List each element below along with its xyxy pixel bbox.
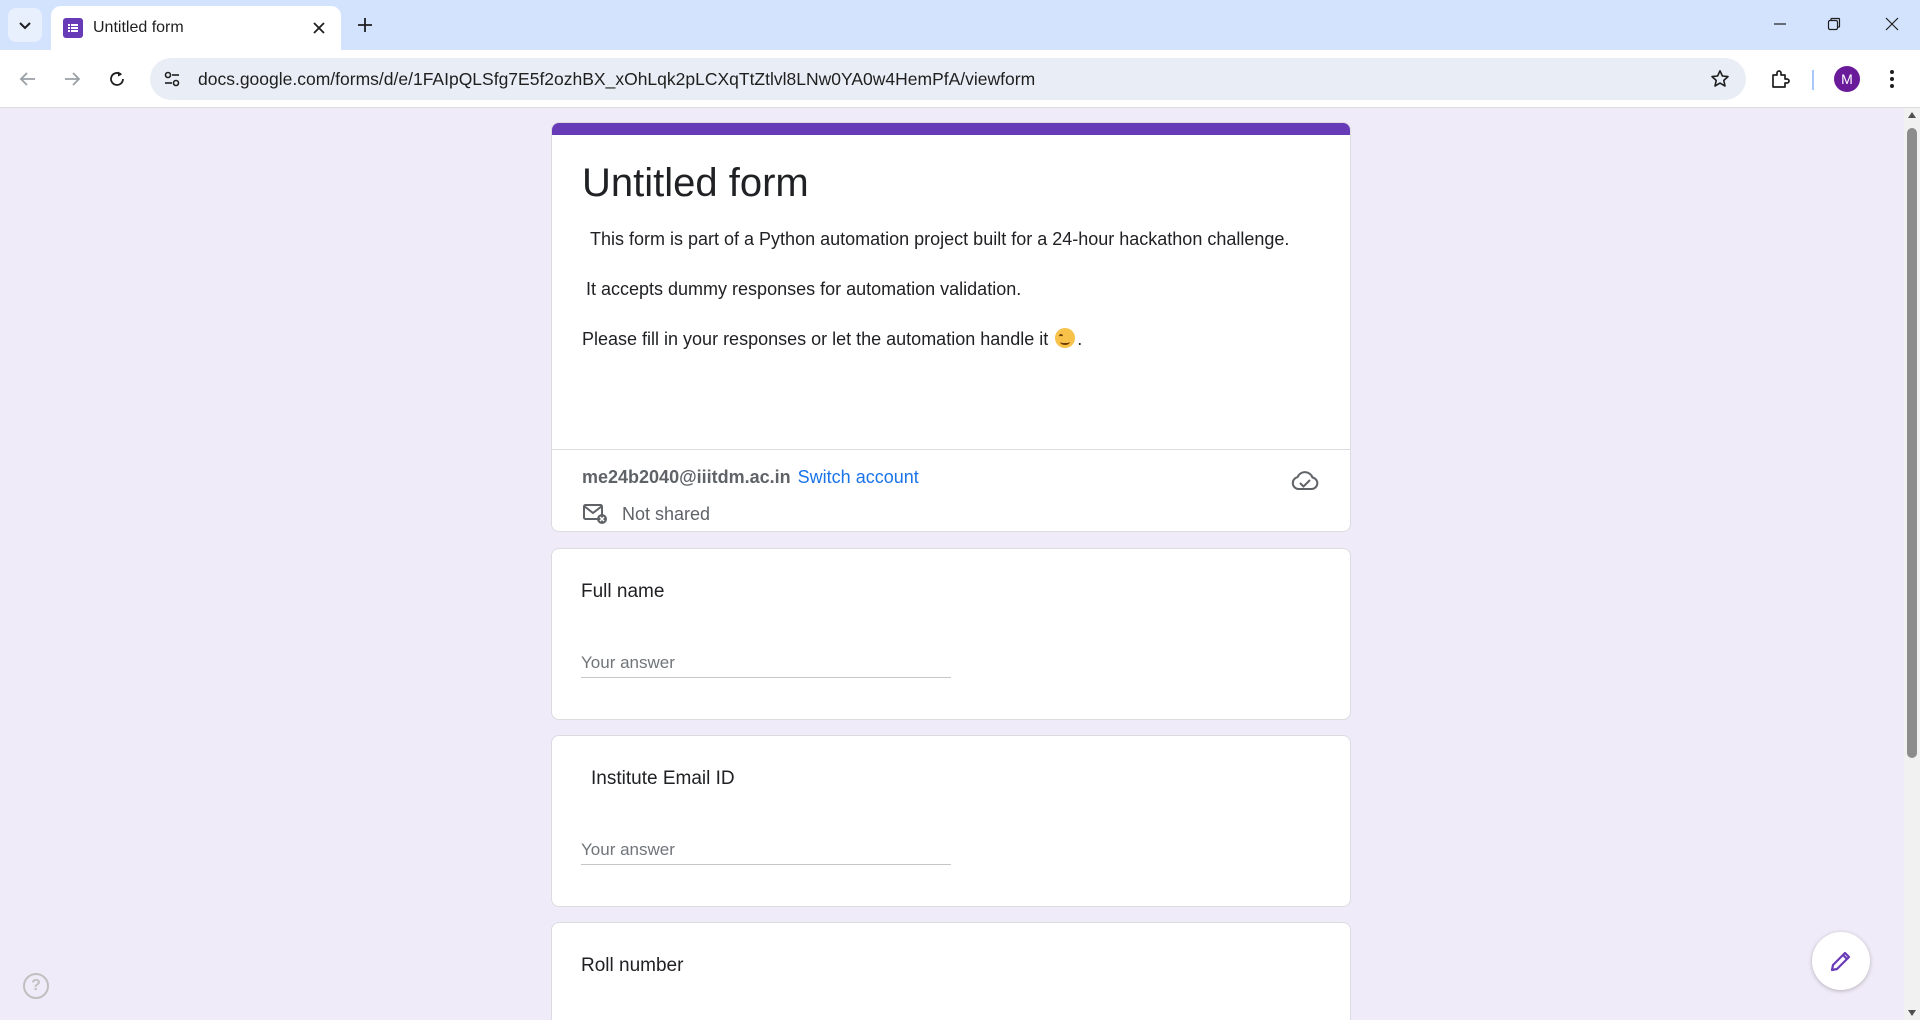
url-text[interactable]: docs.google.com/forms/d/e/1FAIpQLSfg7E5f… xyxy=(198,69,1702,90)
page-scrollbar[interactable] xyxy=(1904,108,1920,1020)
mail-not-shared-icon xyxy=(583,504,607,524)
form-title: Untitled form xyxy=(582,161,809,205)
browser-tab[interactable]: Untitled form xyxy=(51,6,341,50)
tab-close-button[interactable] xyxy=(307,16,331,40)
restore-icon xyxy=(1827,17,1841,31)
form-description-line: Please fill in your responses or let the… xyxy=(582,327,1350,351)
help-icon: ? xyxy=(31,977,41,994)
question-title: Roll number xyxy=(581,955,684,976)
window-close-icon xyxy=(1885,17,1899,31)
plus-icon xyxy=(358,18,372,32)
form-accent-bar xyxy=(552,123,1350,135)
scroll-up-arrow-icon[interactable] xyxy=(1908,112,1916,118)
question-card-institute-email: Institute Email ID xyxy=(551,735,1351,907)
tab-list-icon xyxy=(19,22,31,30)
forward-button[interactable] xyxy=(54,61,90,97)
form-description-period: . xyxy=(1077,329,1083,349)
cloud-icon xyxy=(1291,471,1319,490)
back-arrow-icon xyxy=(19,72,35,86)
tab-title: Untitled form xyxy=(93,19,184,36)
question-card-roll-number: Roll number xyxy=(551,922,1351,1020)
shared-status-text: Not shared xyxy=(622,503,711,524)
extensions-icon xyxy=(1772,70,1790,88)
window-close-button[interactable] xyxy=(1864,0,1920,48)
toolbar-divider xyxy=(1812,70,1814,90)
question-card-full-name: Full name xyxy=(551,548,1351,720)
shared-status-row: Not shared xyxy=(582,501,710,527)
address-bar[interactable]: docs.google.com/forms/d/e/1FAIpQLSfg7E5f… xyxy=(150,58,1746,100)
help-button[interactable]: ? xyxy=(23,973,49,999)
more-menu-icon xyxy=(1890,70,1894,88)
form-description-line: This form is part of a Python automation… xyxy=(590,229,1290,249)
back-button[interactable] xyxy=(10,61,46,97)
star-icon xyxy=(1711,70,1729,87)
browser-toolbar: docs.google.com/forms/d/e/1FAIpQLSfg7E5f… xyxy=(0,50,1920,108)
institute-email-input[interactable] xyxy=(581,835,951,865)
minimize-icon xyxy=(1774,23,1786,25)
tab-list-button[interactable] xyxy=(8,8,42,42)
scroll-thumb[interactable] xyxy=(1907,128,1917,758)
switch-account-link[interactable]: Switch account xyxy=(798,467,919,487)
extensions-button[interactable] xyxy=(1763,61,1799,97)
minimize-button[interactable] xyxy=(1752,0,1808,48)
forward-arrow-icon xyxy=(65,72,81,86)
full-name-input[interactable] xyxy=(581,648,951,678)
form-description-line: It accepts dummy responses for automatio… xyxy=(586,279,1022,299)
close-icon xyxy=(313,22,325,34)
pencil-icon xyxy=(1830,951,1851,972)
form-description-text: Please fill in your responses or let the… xyxy=(582,329,1049,349)
browser-tab-bar: Untitled form xyxy=(0,0,1920,50)
question-title: Institute Email ID xyxy=(591,768,735,789)
account-email: me24b2040@iiitdm.ac.in xyxy=(582,467,791,487)
question-title: Full name xyxy=(581,581,665,602)
reload-button[interactable] xyxy=(99,61,135,97)
new-tab-button[interactable] xyxy=(350,10,380,40)
edit-form-button[interactable] xyxy=(1812,932,1870,990)
browser-menu-button[interactable] xyxy=(1874,61,1910,97)
header-divider xyxy=(552,449,1350,450)
reload-icon xyxy=(110,71,124,86)
account-row: me24b2040@iiitdm.ac.in Switch account xyxy=(582,467,919,488)
smiling-emoji-icon xyxy=(1055,328,1076,348)
page-viewport: Untitled form This form is part of a Pyt… xyxy=(0,108,1904,1020)
bookmark-button[interactable] xyxy=(1702,61,1738,97)
scroll-down-arrow-icon[interactable] xyxy=(1908,1010,1916,1016)
site-info-button[interactable] xyxy=(156,63,188,95)
forms-favicon xyxy=(63,18,83,38)
restore-button[interactable] xyxy=(1806,0,1862,48)
form-header-card: Untitled form This form is part of a Pyt… xyxy=(551,122,1351,532)
profile-avatar[interactable]: M xyxy=(1834,66,1860,92)
site-info-icon xyxy=(164,71,180,87)
